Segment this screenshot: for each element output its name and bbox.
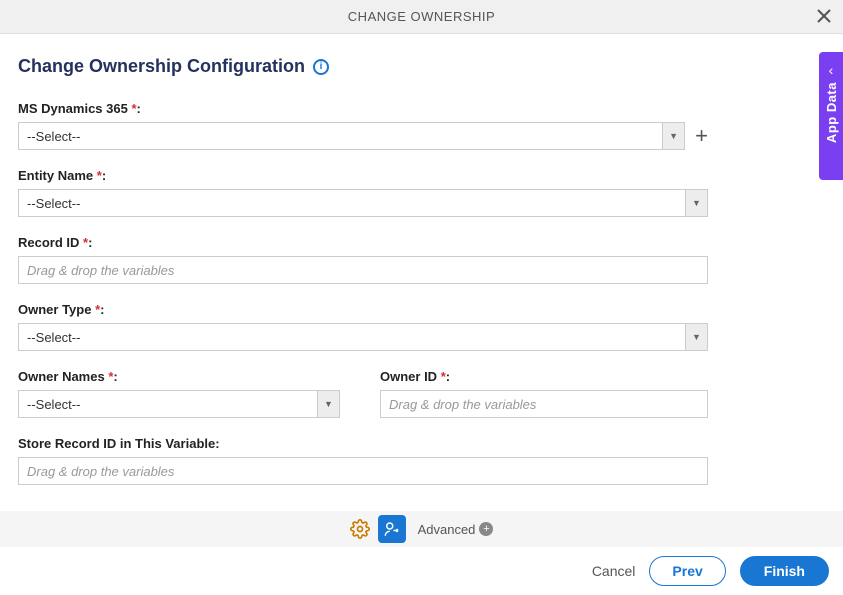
select-value: --Select-- — [19, 196, 685, 211]
bottom-toolbar: Advanced + — [0, 511, 843, 547]
label-colon: : — [137, 101, 141, 116]
chevron-down-icon: ▼ — [317, 391, 339, 417]
finish-button[interactable]: Finish — [740, 556, 829, 586]
page-title: Change Ownership Configuration — [18, 56, 305, 77]
select-owner-type[interactable]: --Select-- ▼ — [18, 323, 708, 351]
label-owner-type: Owner Type *: — [18, 302, 708, 317]
side-tab-label: App Data — [824, 82, 839, 143]
field-store-record-id: Store Record ID in This Variable: — [18, 436, 708, 485]
close-icon[interactable] — [817, 8, 831, 26]
label-text: MS Dynamics 365 — [18, 101, 131, 116]
label-owner-names: Owner Names *: — [18, 369, 340, 384]
label-text: Record ID — [18, 235, 83, 250]
cancel-button[interactable]: Cancel — [592, 563, 636, 579]
side-tab-app-data[interactable]: ‹ App Data — [819, 52, 843, 180]
select-value: --Select-- — [19, 397, 317, 412]
gear-icon[interactable] — [350, 519, 370, 539]
advanced-label: Advanced — [418, 522, 476, 537]
label-owner-id: Owner ID *: — [380, 369, 708, 384]
select-entity-name[interactable]: --Select-- ▼ — [18, 189, 708, 217]
label-text: Entity Name — [18, 168, 97, 183]
select-value: --Select-- — [19, 129, 662, 144]
info-icon[interactable]: i — [313, 59, 329, 75]
dialog-footer: Cancel Prev Finish — [0, 547, 843, 595]
select-owner-names[interactable]: --Select-- ▼ — [18, 390, 340, 418]
field-owner-id: Owner ID *: — [380, 369, 708, 418]
select-value: --Select-- — [19, 330, 685, 345]
field-record-id: Record ID *: — [18, 235, 708, 284]
input-owner-id[interactable] — [380, 390, 708, 418]
label-record-id: Record ID *: — [18, 235, 708, 250]
advanced-button[interactable]: Advanced + — [418, 522, 494, 537]
chevron-down-icon: ▼ — [685, 190, 707, 216]
input-record-id[interactable] — [18, 256, 708, 284]
chevron-down-icon: ▼ — [662, 123, 684, 149]
label-colon: : — [446, 369, 450, 384]
chevron-left-icon: ‹ — [829, 62, 834, 78]
label-colon: : — [102, 168, 106, 183]
label-colon: : — [100, 302, 104, 317]
label-store-record-id: Store Record ID in This Variable: — [18, 436, 708, 451]
chevron-down-icon: ▼ — [685, 324, 707, 350]
field-ms-dynamics: MS Dynamics 365 *: --Select-- ▼ + — [18, 101, 708, 150]
user-transfer-icon[interactable] — [378, 515, 406, 543]
dialog-header: CHANGE OWNERSHIP — [0, 0, 843, 34]
dialog-title: CHANGE OWNERSHIP — [348, 9, 495, 24]
label-colon: : — [113, 369, 117, 384]
label-entity-name: Entity Name *: — [18, 168, 708, 183]
field-entity-name: Entity Name *: --Select-- ▼ — [18, 168, 708, 217]
label-text: Owner Type — [18, 302, 95, 317]
prev-button[interactable]: Prev — [649, 556, 725, 586]
select-ms-dynamics[interactable]: --Select-- ▼ — [18, 122, 685, 150]
add-connection-icon[interactable]: + — [695, 125, 708, 147]
field-owner-type: Owner Type *: --Select-- ▼ — [18, 302, 708, 351]
label-text: Owner ID — [380, 369, 441, 384]
label-ms-dynamics: MS Dynamics 365 *: — [18, 101, 708, 116]
plus-circle-icon: + — [479, 522, 493, 536]
label-text: Owner Names — [18, 369, 108, 384]
input-store-record-id[interactable] — [18, 457, 708, 485]
label-colon: : — [88, 235, 92, 250]
field-owner-names: Owner Names *: --Select-- ▼ — [18, 369, 340, 418]
